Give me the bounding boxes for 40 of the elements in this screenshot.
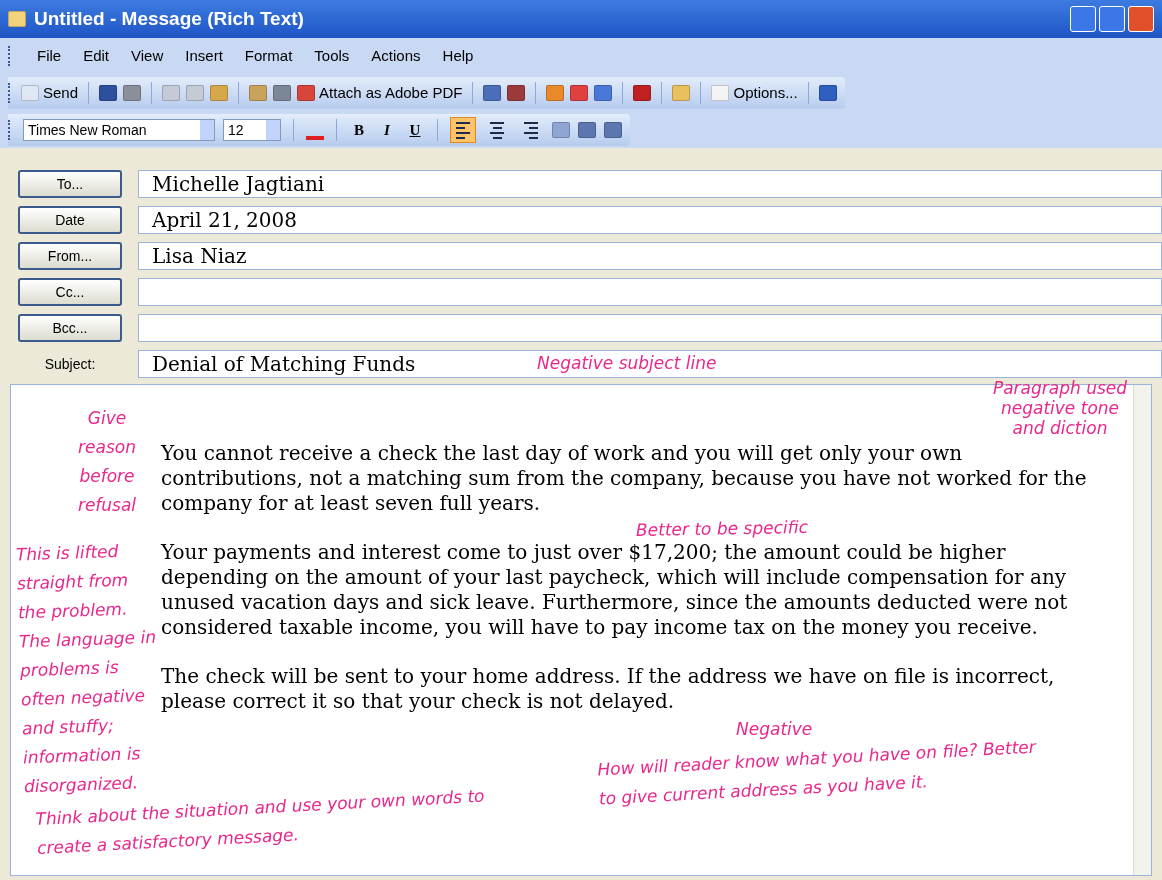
address-button[interactable]: Cc...	[18, 278, 122, 306]
address-button[interactable]: To...	[18, 170, 122, 198]
handwritten-note: Negative	[736, 718, 814, 740]
paragraph: The check will be sent to your home address. If the address we have on file is incorrect, please correct it so that your check is not delayed.	[161, 664, 1055, 714]
subject-label: Subject:	[43, 355, 97, 374]
send-button[interactable]: Send	[21, 81, 79, 105]
font-dropdown[interactable]: Times New Roman	[23, 119, 215, 141]
input-field[interactable]: Michelle Jagtiani	[138, 170, 1162, 198]
italic-button[interactable]: I	[377, 118, 397, 142]
bold-button[interactable]: B	[349, 118, 369, 142]
options-button[interactable]: Options...	[711, 81, 798, 105]
window-title: Untitled - Message (Rich Text)	[34, 6, 304, 31]
scrollbar[interactable]	[1133, 385, 1151, 875]
handwritten-note: Negative subject line	[537, 352, 718, 375]
menu-item[interactable]: Edit	[83, 44, 110, 68]
input-field[interactable]	[138, 278, 1162, 306]
menu-item[interactable]: Tools	[314, 44, 350, 68]
menu-item[interactable]: File	[37, 44, 62, 68]
attach-pdf-button[interactable]: Attach as Adobe PDF	[297, 81, 463, 105]
input-field[interactable]: Denial of Matching Funds Negative subject line	[138, 350, 1162, 378]
input-field[interactable]: Lisa Niaz	[138, 242, 1162, 270]
align-left-icon[interactable]	[450, 117, 476, 143]
address-button[interactable]: Date	[18, 206, 122, 234]
menu-item[interactable]: Insert	[185, 44, 223, 68]
paragraph: Your payments and interest come to just over $17,200; the amount could be higher depending on the amount of your last paycheck, which will include compensation for any unused vacation days and sick leave. Furthermore, since the amounts deducted were not considered taxable income, you will have to pay income tax on the money you receive.	[161, 540, 1068, 640]
input-field[interactable]: April 21, 2008	[138, 206, 1162, 234]
menu-item[interactable]: Actions	[371, 44, 421, 68]
underline-button[interactable]: U	[405, 118, 425, 142]
handwritten-note: Paragraph used negative tone and diction	[991, 378, 1129, 438]
handwritten-note: This is lifted straight from the problem. The language in problems is often negative and stuffy; information is disorganized.	[15, 539, 158, 799]
paragraph: You cannot receive a check the last day of work and you will get only your own contributions, not a matching sum from the company, because you have not worked for the company for at least seven full years.	[161, 441, 1087, 516]
menu-item[interactable]: Help	[442, 44, 474, 68]
menu-item[interactable]: Format	[244, 44, 293, 68]
address-button[interactable]: Bcc...	[18, 314, 122, 342]
handwritten-note: Give reason before refusal	[76, 407, 138, 517]
font-size-dropdown[interactable]: 12	[223, 119, 281, 141]
input-field[interactable]	[138, 314, 1162, 342]
menu-item[interactable]: View	[131, 44, 164, 68]
handwritten-note: Better to be specific	[635, 516, 810, 540]
address-button[interactable]: From...	[18, 242, 122, 270]
